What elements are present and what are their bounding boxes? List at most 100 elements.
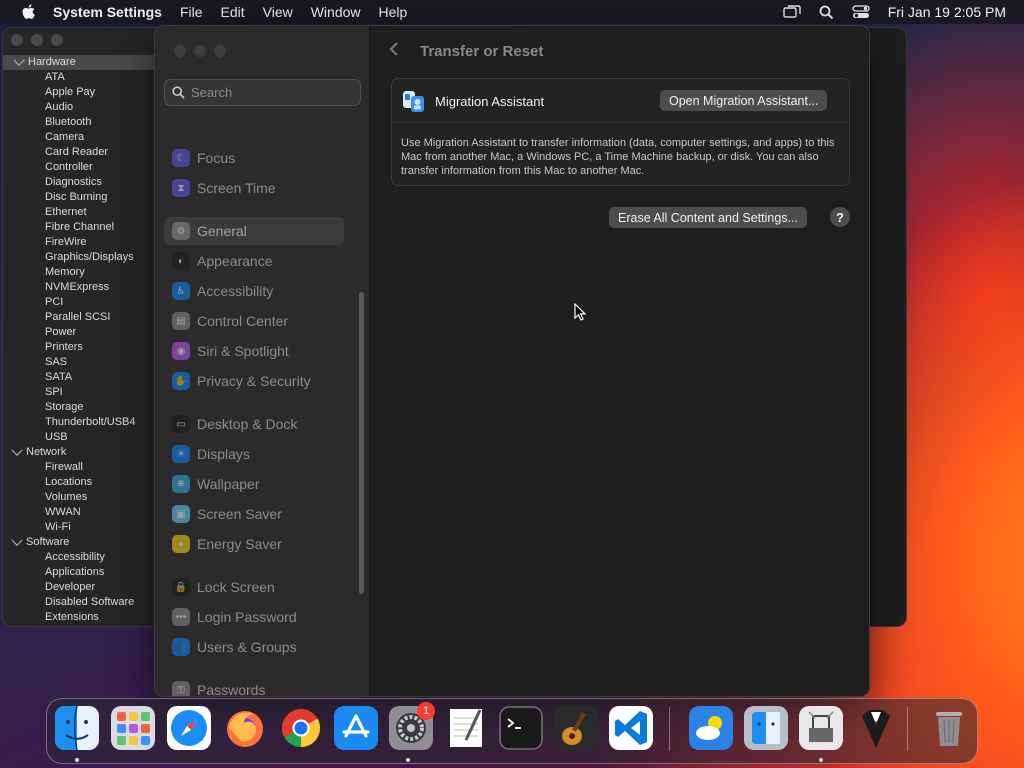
app-store-icon[interactable] (334, 706, 378, 750)
firefox-icon[interactable] (223, 706, 267, 750)
tree-item[interactable]: Bluetooth (13, 115, 165, 130)
sidebar-item-screen-time[interactable]: ⧗ Screen Time (164, 174, 344, 202)
sidebar-item-appearance[interactable]: ◐ Appearance (164, 247, 344, 275)
erase-all-content-button[interactable]: Erase All Content and Settings... (609, 207, 807, 228)
spotlight-search-icon[interactable] (819, 5, 834, 20)
sidebar-item-focus[interactable]: ☾ Focus (164, 144, 344, 172)
tree-item[interactable]: WWAN (13, 505, 165, 520)
tree-item[interactable]: FireWire (13, 235, 165, 250)
chrome-icon[interactable] (279, 706, 323, 750)
tree-item[interactable]: Memory (13, 265, 165, 280)
sidebar-item-siri-spotlight[interactable]: ◉ Siri & Spotlight (164, 337, 344, 365)
sidebar-item-wallpaper[interactable]: ❋ Wallpaper (164, 470, 344, 498)
app-menu[interactable]: System Settings (53, 4, 162, 20)
sidebar-item-screen-saver[interactable]: ▣ Screen Saver (164, 500, 344, 528)
tree-item[interactable]: Disc Burning (13, 190, 165, 205)
tree-item[interactable]: Disabled Software (13, 595, 165, 610)
tree-item[interactable]: Accessibility (13, 550, 165, 565)
sun-icon: ☀ (172, 445, 190, 463)
apple-menu-icon[interactable] (18, 4, 38, 20)
archive-utility-icon[interactable] (799, 706, 843, 750)
tree-item[interactable]: SAS (13, 355, 165, 370)
tree-item[interactable]: Storage (13, 400, 165, 415)
search-field[interactable]: Search (164, 79, 361, 106)
sidebar-item-desktop-dock[interactable]: ▭ Desktop & Dock (164, 410, 344, 438)
tuxedo-icon[interactable] (854, 706, 898, 750)
sidebar-item-general[interactable]: ⚙ General (164, 217, 344, 245)
vscode-icon[interactable] (609, 706, 653, 750)
trash-icon[interactable] (927, 706, 971, 750)
menu-window[interactable]: Window (311, 4, 361, 20)
tree-item[interactable]: Controller (13, 160, 165, 175)
screen-mirroring-icon[interactable] (783, 5, 801, 19)
tree-item[interactable]: NVMExpress (13, 280, 165, 295)
tree-item[interactable]: Extensions (13, 610, 165, 625)
tree-item[interactable]: Developer (13, 580, 165, 595)
tree-item[interactable]: SPI (13, 385, 165, 400)
category-software[interactable]: Software (11, 534, 165, 550)
tree-item[interactable]: Parallel SCSI (13, 310, 165, 325)
menu-help[interactable]: Help (379, 4, 408, 20)
tree-item[interactable]: Locations (13, 475, 165, 490)
sidebar-item-accessibility[interactable]: ♿ Accessibility (164, 277, 344, 305)
zoom-button[interactable] (214, 45, 226, 57)
tree-item[interactable]: Applications (13, 565, 165, 580)
zoom-button[interactable] (51, 34, 63, 46)
help-button[interactable]: ? (830, 207, 850, 227)
tree-item[interactable]: ATA (13, 70, 165, 85)
chevron-down-icon[interactable] (11, 534, 23, 546)
tree-item[interactable]: Diagnostics (13, 175, 165, 190)
sidebar-item-privacy-security[interactable]: ✋ Privacy & Security (164, 367, 344, 395)
tree-item[interactable]: Firewall (13, 460, 165, 475)
minimize-button[interactable] (31, 34, 43, 46)
sidebar-item-login-password[interactable]: ••• Login Password (164, 603, 344, 631)
menu-edit[interactable]: Edit (221, 4, 245, 20)
terminal-icon[interactable] (499, 706, 543, 750)
weather-icon[interactable] (689, 706, 733, 750)
open-migration-assistant-button[interactable]: Open Migration Assistant... (660, 90, 828, 111)
tree-item[interactable]: Power (13, 325, 165, 340)
sidebar-item-displays[interactable]: ☀ Displays (164, 440, 344, 468)
finder-utility-icon[interactable] (744, 706, 788, 750)
tree-item[interactable]: SATA (13, 370, 165, 385)
tree-item[interactable]: Volumes (13, 490, 165, 505)
dock-separator (669, 707, 670, 751)
control-center-icon[interactable] (852, 5, 870, 19)
sidebar-scrollbar[interactable] (359, 292, 364, 594)
garageband-icon[interactable] (554, 706, 598, 750)
minimize-button[interactable] (194, 45, 206, 57)
menu-file[interactable]: File (180, 4, 203, 20)
sidebar-item-control-center[interactable]: ▤ Control Center (164, 307, 344, 335)
tree-item[interactable]: Apple Pay (13, 85, 165, 100)
tree-item[interactable]: Printers (13, 340, 165, 355)
safari-icon[interactable] (167, 706, 211, 750)
tree-item[interactable]: Ethernet (13, 205, 165, 220)
sidebar-item-lock-screen[interactable]: 🔒 Lock Screen (164, 573, 344, 601)
sidebar-item-energy-saver[interactable]: ● Energy Saver (164, 530, 344, 558)
launchpad-icon[interactable] (111, 706, 155, 750)
chevron-down-icon[interactable] (13, 54, 25, 66)
back-chevron-icon[interactable] (389, 42, 399, 61)
close-button[interactable] (174, 45, 186, 57)
chevron-down-icon[interactable] (11, 444, 23, 456)
tree-item[interactable]: Wi-Fi (13, 520, 165, 535)
category-network[interactable]: Network (11, 444, 165, 460)
textedit-icon[interactable] (444, 706, 488, 750)
sidebar-item-label: Desktop & Dock (197, 416, 298, 432)
sidebar-item-passwords[interactable]: ⚿ Passwords (164, 676, 344, 696)
close-button[interactable] (11, 34, 23, 46)
sidebar-item-users-groups[interactable]: 👥 Users & Groups (164, 633, 344, 661)
tree-item[interactable]: Camera (13, 130, 165, 145)
tree-item[interactable]: PCI (13, 295, 165, 310)
menu-clock[interactable]: Fri Jan 19 2:05 PM (888, 4, 1006, 20)
tree-item[interactable]: USB (13, 430, 165, 445)
mouse-cursor-icon (574, 302, 587, 326)
menu-view[interactable]: View (263, 4, 293, 20)
tree-item[interactable]: Audio (13, 100, 165, 115)
category-hardware[interactable]: Hardware (3, 54, 165, 70)
tree-item[interactable]: Card Reader (13, 145, 165, 160)
finder-icon[interactable] (55, 706, 99, 750)
tree-item[interactable]: Thunderbolt/USB4 (13, 415, 165, 430)
tree-item[interactable]: Graphics/Displays (13, 250, 165, 265)
tree-item[interactable]: Fibre Channel (13, 220, 165, 235)
